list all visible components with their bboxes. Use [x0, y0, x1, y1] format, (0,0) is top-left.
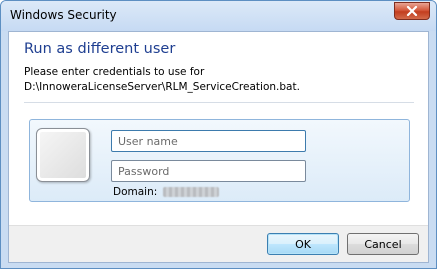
- instruction-line-2: D:\InnoweraLicenseServer\RLM_ServiceCrea…: [24, 81, 300, 93]
- domain-row: Domain:: [113, 186, 219, 198]
- username-input[interactable]: [111, 130, 306, 152]
- credential-tile[interactable]: Domain:: [29, 119, 410, 202]
- dialog-body: Run as different user Please enter crede…: [8, 31, 429, 263]
- separator: [24, 102, 414, 103]
- windows-security-dialog: Windows Security Run as different user P…: [0, 0, 437, 269]
- title-bar[interactable]: Windows Security: [1, 1, 436, 31]
- ok-button[interactable]: OK: [267, 233, 339, 255]
- instruction-line-1: Please enter credentials to use for: [24, 66, 205, 78]
- domain-value-redacted: [162, 187, 219, 197]
- window-title: Windows Security: [10, 8, 117, 22]
- dialog-heading: Run as different user: [24, 41, 176, 57]
- password-input[interactable]: [111, 160, 306, 182]
- button-bar: OK Cancel: [9, 225, 428, 262]
- close-icon: [395, 3, 429, 19]
- domain-label: Domain:: [113, 186, 158, 198]
- close-button[interactable]: [394, 2, 430, 20]
- cancel-button[interactable]: Cancel: [347, 233, 419, 255]
- user-tile-icon: [36, 128, 90, 182]
- instruction-text: Please enter credentials to use for D:\I…: [24, 65, 300, 95]
